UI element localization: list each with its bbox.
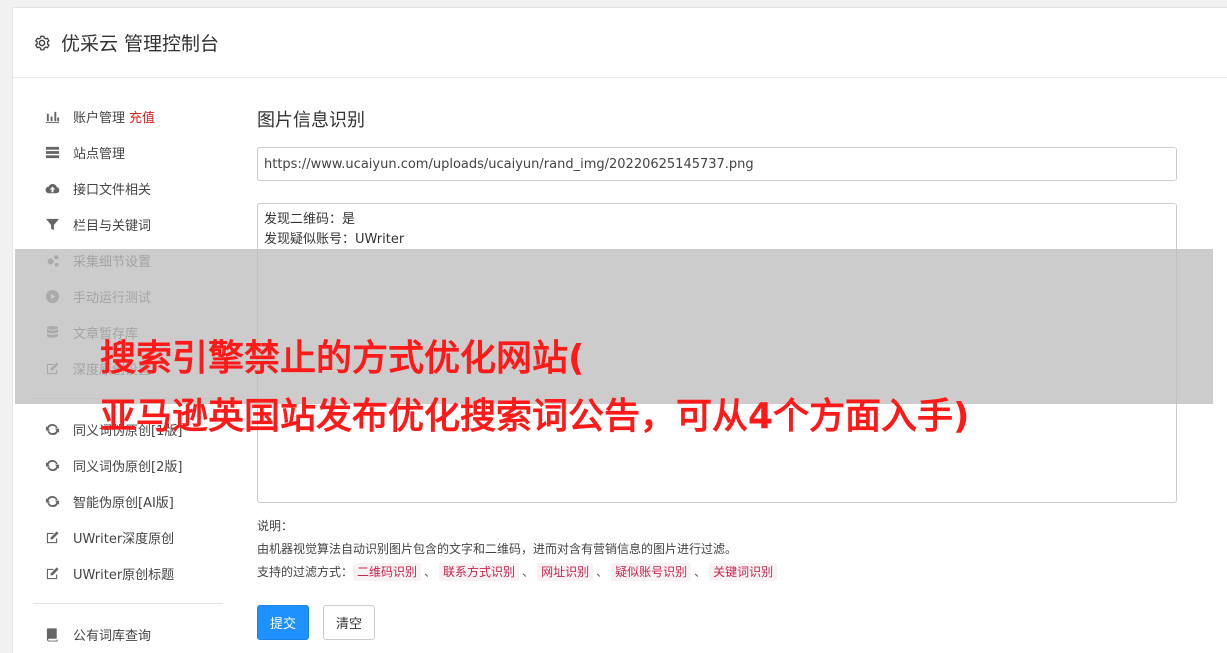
sidebar-item[interactable]: 接口文件相关	[33, 170, 225, 206]
filter-tag: 关键词识别	[709, 563, 778, 581]
result-line: 发现疑似账号：UWriter	[264, 232, 405, 247]
edit-icon	[44, 530, 61, 545]
tag-separator: 、	[522, 565, 535, 579]
filter-label: 支持的过滤方式：	[257, 565, 354, 579]
sidebar-item-label: UWriter原创标题	[73, 567, 175, 583]
sidebar-item-label: 智能伪原创[AI版]	[73, 495, 174, 511]
sidebar-item-label: 账户管理	[73, 110, 126, 126]
sidebar-item-label: 公有词库查询	[73, 628, 152, 644]
clear-button[interactable]: 清空	[323, 605, 376, 640]
edit-icon	[44, 566, 61, 581]
refresh-icon	[44, 422, 61, 437]
result-line: 发现二维码：是	[264, 212, 356, 227]
submit-button[interactable]: 提交	[257, 605, 310, 640]
refresh-icon	[44, 494, 61, 509]
overlay-line-2: 亚马逊英国站发布优化搜索词公告，可从4个方面入手)	[100, 396, 970, 437]
sidebar-item-label: 站点管理	[73, 146, 126, 162]
sidebar-item[interactable]: 智能伪原创[AI版]	[33, 483, 225, 519]
filter-tag: 网址识别	[537, 563, 594, 581]
gear-icon	[33, 34, 51, 52]
header: 优采云 管理控制台	[13, 8, 1227, 78]
sidebar-item-label: UWriter深度原创	[73, 531, 175, 547]
desc-label: 说明：	[257, 519, 294, 533]
filter-icon	[44, 217, 61, 232]
overlay-headline: 搜索引擎禁止的方式优化网站( 亚马逊英国站发布优化搜索词公告，可从4个方面入手)	[100, 330, 1200, 446]
sidebar-item[interactable]: 账户管理 充值	[33, 98, 225, 134]
filter-tag: 联系方式识别	[439, 563, 520, 581]
book-icon	[44, 627, 61, 642]
filter-tag: 疑似账号识别	[611, 563, 692, 581]
tag-separator: 、	[424, 565, 437, 579]
cloud-upload-icon	[44, 181, 61, 196]
recharge-link[interactable]: 充值	[129, 107, 155, 126]
sidebar-item[interactable]: 站点管理	[33, 134, 225, 170]
sidebar-item[interactable]: UWriter深度原创	[33, 519, 225, 555]
sidebar-item[interactable]: 公有词库查询	[33, 616, 225, 652]
server-icon	[44, 145, 61, 160]
overlay-line-1: 搜索引擎禁止的方式优化网站(	[100, 338, 585, 379]
page-title: 优采云 管理控制台	[61, 33, 220, 55]
sidebar-item[interactable]: 栏目与关键词	[33, 206, 225, 242]
tag-separator: 、	[596, 565, 609, 579]
sidebar-divider	[33, 603, 223, 604]
desc-text: 由机器视觉算法自动识别图片包含的文字和二维码，进而对含有营销信息的图片进行过滤。	[257, 542, 738, 556]
section-title: 图片信息识别	[257, 110, 365, 131]
refresh-icon	[44, 458, 61, 473]
sidebar-item-label: 接口文件相关	[73, 182, 152, 198]
image-url-input[interactable]	[257, 147, 1177, 181]
sidebar-item-label: 栏目与关键词	[73, 218, 152, 234]
tag-separator: 、	[694, 565, 707, 579]
button-row: 提交 清空	[257, 605, 1177, 640]
sidebar-item-label: 同义词伪原创[2版]	[73, 459, 183, 475]
filter-tag: 二维码识别	[353, 563, 422, 581]
description: 说明： 由机器视觉算法自动识别图片包含的文字和二维码，进而对含有营销信息的图片进…	[257, 515, 1177, 584]
filter-methods: 支持的过滤方式： 二维码识别、联系方式识别、网址识别、疑似账号识别、关键词识别	[257, 561, 1177, 584]
bar-chart-icon	[44, 109, 61, 124]
sidebar-item[interactable]: UWriter原创标题	[33, 555, 225, 591]
sidebar-item[interactable]: 同义词伪原创[2版]	[33, 447, 225, 483]
